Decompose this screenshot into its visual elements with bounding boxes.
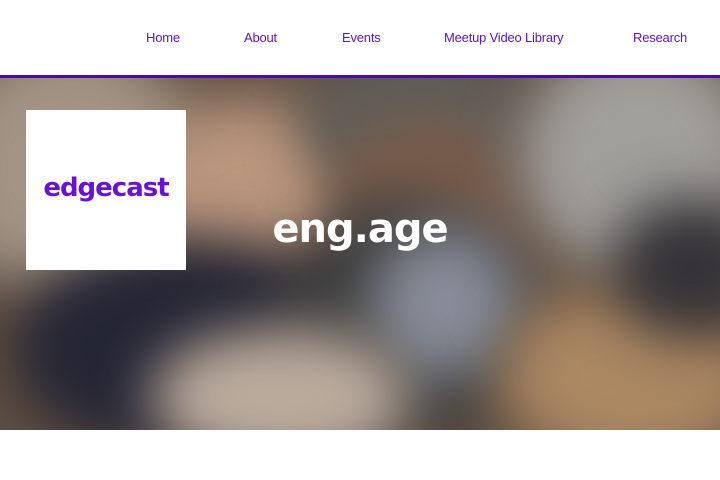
- nav-item-events[interactable]: Events: [342, 29, 381, 47]
- content-area: [0, 430, 720, 480]
- logo-card[interactable]: edgecast: [26, 110, 186, 270]
- nav-item-home[interactable]: Home: [146, 29, 180, 47]
- nav-item-research[interactable]: Research: [633, 29, 687, 47]
- hero-title: eng.age: [272, 206, 448, 252]
- nav-item-meetup-video-library[interactable]: Meetup Video Library: [444, 29, 564, 47]
- nav-item-about[interactable]: About: [244, 29, 277, 47]
- top-navigation: Home About Events Meetup Video Library R…: [0, 0, 720, 76]
- page: Home About Events Meetup Video Library R…: [0, 0, 720, 480]
- edgecast-logo: edgecast: [43, 173, 169, 203]
